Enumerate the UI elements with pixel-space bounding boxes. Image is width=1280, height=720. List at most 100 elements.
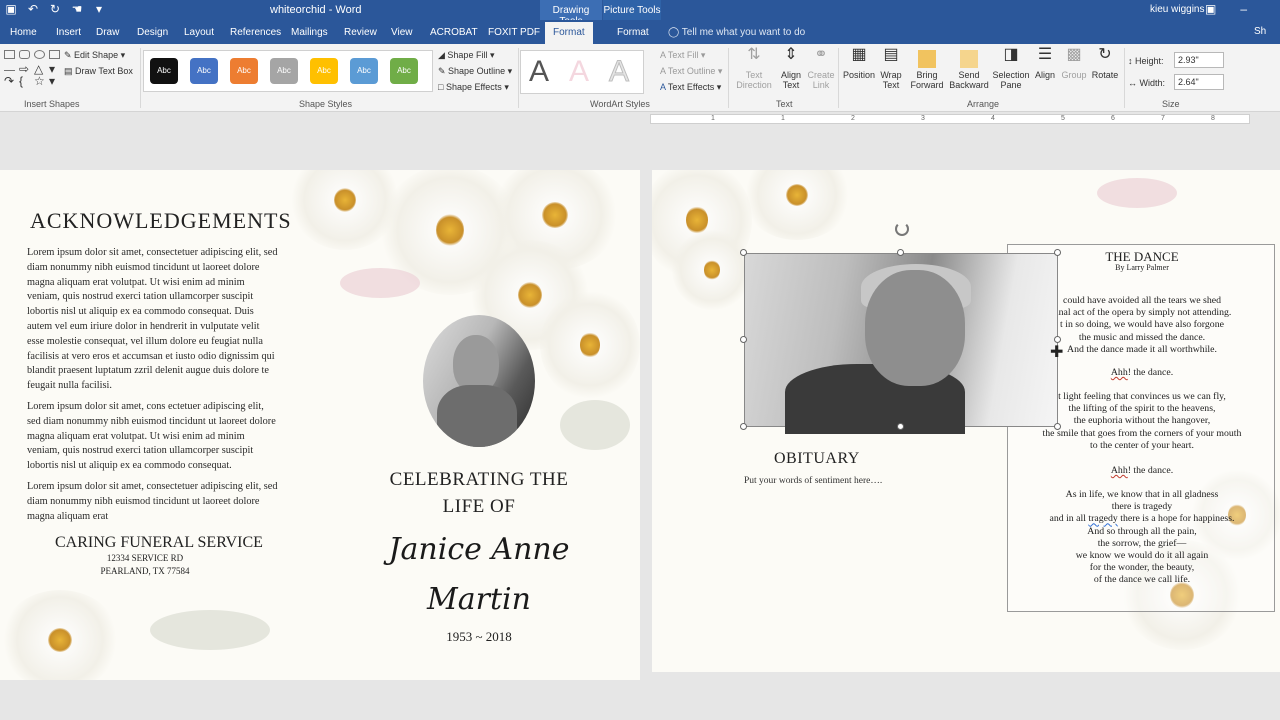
rectangle-shape-icon[interactable]: [4, 50, 15, 59]
triangle-shape-icon[interactable]: △: [34, 62, 45, 76]
resize-handle-bottom[interactable]: [897, 423, 904, 430]
text-outline-button[interactable]: A Text Outline ▾: [660, 66, 722, 77]
scroll-shapes-icon[interactable]: ▾: [49, 74, 60, 88]
height-input[interactable]: 2.93": [1174, 52, 1224, 68]
tab-foxit-pdf[interactable]: FOXIT PDF: [488, 27, 540, 38]
shape-style-swatch[interactable]: Abc: [150, 58, 178, 84]
tab-draw[interactable]: Draw: [96, 27, 119, 38]
window-controls: ▣ –: [1205, 2, 1247, 16]
deceased-name-line-2[interactable]: Martin: [360, 582, 598, 617]
ribbon: ⇨ △ ▾ ↷ { ☆ ▾ ✎ Edit Shape ▾ ▤ Draw Text…: [0, 44, 1280, 112]
grammar-flagged-word[interactable]: tragedy: [1088, 513, 1117, 524]
share-button[interactable]: Sh: [1254, 26, 1266, 37]
text-direction-button[interactable]: ⇅ Text Direction: [732, 47, 776, 91]
resize-handle-bottom-left[interactable]: [740, 423, 747, 430]
funeral-service-address[interactable]: 12334 SERVICE RD PEARLAND, TX 77584: [100, 552, 190, 578]
position-button[interactable]: ▦ Position: [842, 47, 876, 81]
funeral-service-name[interactable]: CARING FUNERAL SERVICE: [55, 534, 263, 552]
tab-insert[interactable]: Insert: [56, 27, 81, 38]
celebrating-heading[interactable]: CELEBRATING THE LIFE OF: [370, 466, 588, 520]
tab-drawing-format[interactable]: Format: [545, 22, 593, 44]
align-text-button[interactable]: ⇕ Align Text: [776, 47, 806, 91]
oval-shape-icon[interactable]: [34, 50, 45, 59]
more-shapes-icon[interactable]: ▾: [49, 62, 60, 76]
wordart-style-2[interactable]: A: [569, 55, 589, 89]
shape-style-swatch[interactable]: Abc: [190, 58, 218, 84]
right-page[interactable]: THE DANCE By Larry Palmer could have avo…: [652, 170, 1280, 672]
shape-effects-button[interactable]: □ Shape Effects ▾: [438, 82, 509, 93]
acknowledgements-body[interactable]: Lorem ipsum dolor sit amet, consectetuer…: [27, 246, 279, 530]
tab-review[interactable]: Review: [344, 27, 377, 38]
text-fill-button[interactable]: A Text Fill ▾: [660, 50, 705, 61]
star-shape-icon[interactable]: ☆: [34, 74, 45, 88]
acknowledgements-title[interactable]: ACKNOWLEDGEMENTS: [30, 208, 292, 234]
tell-me-text: Tell me what you want to do: [681, 27, 806, 38]
ribbon-display-icon[interactable]: ▣: [1205, 2, 1216, 16]
poem-line: As in life, we know that in all gladness: [1065, 489, 1219, 500]
curve-shape-icon[interactable]: ↷: [4, 74, 15, 88]
tab-picture-format[interactable]: Format: [617, 27, 649, 38]
tell-me-box[interactable]: ◯ Tell me what you want to do: [668, 27, 805, 38]
wrap-text-button[interactable]: ▤ Wrap Text: [876, 47, 906, 91]
deceased-oval-photo[interactable]: [423, 315, 535, 447]
group-button[interactable]: ▩ Group: [1060, 47, 1088, 81]
shape-style-swatch[interactable]: Abc: [270, 58, 298, 84]
tab-mailings[interactable]: Mailings: [291, 27, 328, 38]
shape-style-swatch[interactable]: Abc: [350, 58, 378, 84]
resize-handle-bottom-right[interactable]: [1054, 423, 1061, 430]
obituary-text[interactable]: Put your words of sentiment here….: [744, 476, 882, 486]
shape-styles-gallery: Abc Abc Abc Abc Abc Abc Abc: [143, 50, 433, 92]
bracket-shape-icon[interactable]: {: [19, 74, 30, 88]
rounded-rectangle-shape-icon[interactable]: [19, 50, 30, 59]
create-link-button[interactable]: ⚭ Create Link: [806, 47, 836, 91]
shape-outline-button[interactable]: ✎ Shape Outline ▾: [438, 66, 512, 77]
arrow-shape-icon[interactable]: ⇨: [19, 62, 30, 76]
selection-pane-button[interactable]: ◨ Selection Pane: [990, 47, 1032, 91]
touch-icon[interactable]: ☚: [70, 2, 84, 16]
obituary-title[interactable]: OBITUARY: [774, 450, 860, 468]
minimize-icon[interactable]: –: [1240, 2, 1247, 16]
user-name[interactable]: kieu wiggins: [1150, 4, 1204, 15]
tab-acrobat[interactable]: ACROBAT: [430, 27, 478, 38]
shape-fill-button[interactable]: ◢ Shape Fill ▾: [438, 50, 494, 61]
customize-icon[interactable]: ▾: [92, 2, 106, 16]
text-effects-button[interactable]: A Text Effects ▾: [660, 82, 721, 93]
rotate-handle-icon[interactable]: [895, 222, 909, 236]
shape-style-swatch[interactable]: Abc: [230, 58, 258, 84]
picture-tools-label: Picture Tools: [603, 0, 661, 20]
tab-layout[interactable]: Layout: [184, 27, 214, 38]
edit-shape-button[interactable]: ✎ Edit Shape ▾: [64, 50, 125, 61]
shape-style-swatch[interactable]: Abc: [390, 58, 418, 84]
redo-icon[interactable]: ↻: [48, 2, 62, 16]
title-bar: ▣ ↶ ↻ ☚ ▾ whiteorchid - Word Drawing Too…: [0, 0, 1280, 27]
ruler-scale[interactable]: 1 1 2 3 4 5 6 7 8: [650, 114, 1250, 124]
wordart-style-1[interactable]: A: [529, 55, 549, 89]
width-input[interactable]: 2.64": [1174, 74, 1224, 90]
save-icon[interactable]: ▣: [4, 2, 18, 16]
bring-forward-button[interactable]: Bring Forward: [906, 50, 948, 90]
tab-home[interactable]: Home: [10, 27, 37, 38]
deceased-name-line-1[interactable]: Janice Anne: [360, 532, 598, 567]
send-backward-button[interactable]: Send Backward: [948, 50, 990, 90]
shape-style-swatch[interactable]: Abc: [310, 58, 338, 84]
left-page[interactable]: ACKNOWLEDGEMENTS Lorem ipsum dolor sit a…: [0, 170, 640, 680]
resize-handle-left[interactable]: [740, 336, 747, 343]
resize-handle-top[interactable]: [897, 249, 904, 256]
poem-line: the sorrow, the grief—: [1097, 537, 1187, 549]
square-shape-icon[interactable]: [49, 50, 60, 59]
undo-icon[interactable]: ↶: [26, 2, 40, 16]
tab-references[interactable]: References: [230, 27, 281, 38]
rotate-button[interactable]: ↻ Rotate: [1090, 47, 1120, 81]
swatch-label: Abc: [157, 66, 171, 75]
draw-text-box-button[interactable]: ▤ Draw Text Box: [64, 66, 133, 77]
resize-handle-top-left[interactable]: [740, 249, 747, 256]
shapes-gallery[interactable]: ⇨ △ ▾ ↷ { ☆ ▾: [4, 50, 61, 88]
life-years[interactable]: 1953 ~ 2018: [400, 629, 558, 645]
wordart-style-3[interactable]: A: [608, 55, 629, 89]
resize-handle-top-right[interactable]: [1054, 249, 1061, 256]
tab-design[interactable]: Design: [137, 27, 168, 38]
align-button[interactable]: ☰ Align: [1032, 47, 1058, 81]
tab-view[interactable]: View: [391, 27, 413, 38]
line-shape-icon[interactable]: [4, 62, 15, 71]
selected-portrait-photo[interactable]: [744, 253, 1058, 434]
